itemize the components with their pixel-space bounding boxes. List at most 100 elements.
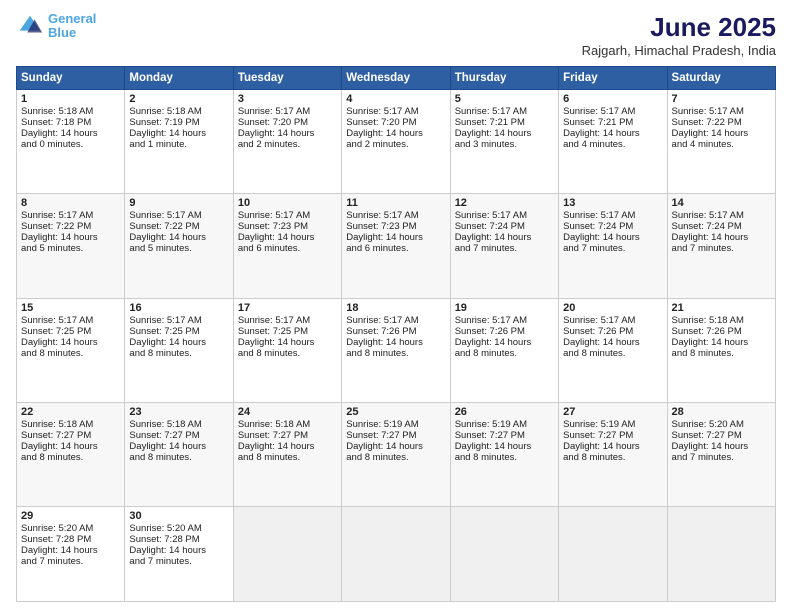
cell-line: Daylight: 14 hours: [672, 232, 771, 243]
cell-line: Daylight: 14 hours: [21, 232, 120, 243]
cell-line: Sunrise: 5:19 AM: [346, 419, 445, 430]
cell-line: and 0 minutes.: [21, 139, 120, 150]
calendar-cell: 29Sunrise: 5:20 AMSunset: 7:28 PMDayligh…: [17, 507, 125, 602]
day-number: 9: [129, 197, 228, 209]
cell-line: Daylight: 14 hours: [129, 545, 228, 556]
calendar-cell: 30Sunrise: 5:20 AMSunset: 7:28 PMDayligh…: [125, 507, 233, 602]
calendar-cell: [559, 507, 667, 602]
logo-icon: [16, 12, 44, 40]
logo: General Blue: [16, 12, 96, 41]
calendar-cell: 3Sunrise: 5:17 AMSunset: 7:20 PMDaylight…: [233, 90, 341, 194]
cell-line: Sunrise: 5:17 AM: [238, 210, 337, 221]
day-number: 11: [346, 197, 445, 209]
calendar-week-row: 15Sunrise: 5:17 AMSunset: 7:25 PMDayligh…: [17, 298, 776, 402]
cell-line: Sunrise: 5:18 AM: [672, 315, 771, 326]
cell-line: Sunset: 7:27 PM: [672, 430, 771, 441]
calendar-cell: 27Sunrise: 5:19 AMSunset: 7:27 PMDayligh…: [559, 402, 667, 506]
cell-line: Sunset: 7:26 PM: [455, 326, 554, 337]
cell-line: Sunrise: 5:18 AM: [129, 106, 228, 117]
cell-line: Daylight: 14 hours: [455, 337, 554, 348]
cell-line: Sunset: 7:26 PM: [672, 326, 771, 337]
calendar-cell: 6Sunrise: 5:17 AMSunset: 7:21 PMDaylight…: [559, 90, 667, 194]
weekday-header: Monday: [125, 67, 233, 90]
cell-line: Sunset: 7:18 PM: [21, 117, 120, 128]
day-number: 13: [563, 197, 662, 209]
cell-line: Daylight: 14 hours: [672, 337, 771, 348]
cell-line: and 5 minutes.: [129, 243, 228, 254]
day-number: 26: [455, 406, 554, 418]
day-number: 29: [21, 510, 120, 522]
cell-line: Sunset: 7:20 PM: [346, 117, 445, 128]
calendar-cell: 4Sunrise: 5:17 AMSunset: 7:20 PMDaylight…: [342, 90, 450, 194]
calendar-cell: 11Sunrise: 5:17 AMSunset: 7:23 PMDayligh…: [342, 194, 450, 298]
cell-line: Sunrise: 5:20 AM: [129, 523, 228, 534]
cell-line: and 7 minutes.: [563, 243, 662, 254]
cell-line: and 4 minutes.: [563, 139, 662, 150]
cell-line: Daylight: 14 hours: [672, 441, 771, 452]
cell-line: and 8 minutes.: [455, 348, 554, 359]
calendar-cell: [233, 507, 341, 602]
cell-line: Sunrise: 5:17 AM: [346, 106, 445, 117]
cell-line: Sunset: 7:27 PM: [346, 430, 445, 441]
cell-line: Sunrise: 5:17 AM: [21, 315, 120, 326]
calendar-cell: 15Sunrise: 5:17 AMSunset: 7:25 PMDayligh…: [17, 298, 125, 402]
calendar-cell: 19Sunrise: 5:17 AMSunset: 7:26 PMDayligh…: [450, 298, 558, 402]
cell-line: Sunrise: 5:18 AM: [238, 419, 337, 430]
cell-line: and 8 minutes.: [563, 348, 662, 359]
cell-line: Daylight: 14 hours: [346, 232, 445, 243]
cell-line: Sunrise: 5:17 AM: [346, 315, 445, 326]
logo-text: General Blue: [48, 12, 96, 41]
cell-line: and 1 minute.: [129, 139, 228, 150]
cell-line: Sunrise: 5:19 AM: [563, 419, 662, 430]
day-number: 15: [21, 302, 120, 314]
cell-line: Sunset: 7:28 PM: [21, 534, 120, 545]
calendar-cell: 5Sunrise: 5:17 AMSunset: 7:21 PMDaylight…: [450, 90, 558, 194]
calendar-cell: 7Sunrise: 5:17 AMSunset: 7:22 PMDaylight…: [667, 90, 775, 194]
cell-line: Sunrise: 5:17 AM: [346, 210, 445, 221]
cell-line: Sunset: 7:28 PM: [129, 534, 228, 545]
calendar-week-row: 22Sunrise: 5:18 AMSunset: 7:27 PMDayligh…: [17, 402, 776, 506]
cell-line: Sunrise: 5:17 AM: [455, 315, 554, 326]
cell-line: Daylight: 14 hours: [238, 441, 337, 452]
calendar-week-row: 29Sunrise: 5:20 AMSunset: 7:28 PMDayligh…: [17, 507, 776, 602]
cell-line: Daylight: 14 hours: [346, 337, 445, 348]
cell-line: Sunset: 7:27 PM: [129, 430, 228, 441]
day-number: 25: [346, 406, 445, 418]
day-number: 6: [563, 93, 662, 105]
cell-line: Daylight: 14 hours: [455, 441, 554, 452]
top-area: General Blue June 2025 Rajgarh, Himachal…: [16, 12, 776, 58]
cell-line: Sunset: 7:24 PM: [455, 221, 554, 232]
calendar-cell: 23Sunrise: 5:18 AMSunset: 7:27 PMDayligh…: [125, 402, 233, 506]
cell-line: Sunset: 7:19 PM: [129, 117, 228, 128]
weekday-header: Saturday: [667, 67, 775, 90]
cell-line: and 8 minutes.: [346, 452, 445, 463]
day-number: 18: [346, 302, 445, 314]
cell-line: and 7 minutes.: [672, 243, 771, 254]
cell-line: and 8 minutes.: [563, 452, 662, 463]
cell-line: Sunset: 7:22 PM: [21, 221, 120, 232]
cell-line: Sunrise: 5:17 AM: [563, 210, 662, 221]
calendar-cell: 2Sunrise: 5:18 AMSunset: 7:19 PMDaylight…: [125, 90, 233, 194]
cell-line: and 7 minutes.: [672, 452, 771, 463]
cell-line: and 8 minutes.: [129, 452, 228, 463]
cell-line: Sunrise: 5:17 AM: [238, 106, 337, 117]
weekday-header: Sunday: [17, 67, 125, 90]
calendar-week-row: 8Sunrise: 5:17 AMSunset: 7:22 PMDaylight…: [17, 194, 776, 298]
cell-line: Sunset: 7:25 PM: [129, 326, 228, 337]
cell-line: and 7 minutes.: [21, 556, 120, 567]
weekday-header: Thursday: [450, 67, 558, 90]
calendar-cell: 1Sunrise: 5:18 AMSunset: 7:18 PMDaylight…: [17, 90, 125, 194]
cell-line: Sunset: 7:23 PM: [346, 221, 445, 232]
calendar-cell: 16Sunrise: 5:17 AMSunset: 7:25 PMDayligh…: [125, 298, 233, 402]
cell-line: Daylight: 14 hours: [21, 337, 120, 348]
cell-line: Sunrise: 5:18 AM: [21, 106, 120, 117]
weekday-header: Tuesday: [233, 67, 341, 90]
day-number: 3: [238, 93, 337, 105]
day-number: 5: [455, 93, 554, 105]
cell-line: Sunset: 7:24 PM: [672, 221, 771, 232]
cell-line: Daylight: 14 hours: [672, 128, 771, 139]
cell-line: Sunrise: 5:17 AM: [455, 210, 554, 221]
calendar-cell: 13Sunrise: 5:17 AMSunset: 7:24 PMDayligh…: [559, 194, 667, 298]
cell-line: Daylight: 14 hours: [346, 441, 445, 452]
cell-line: Sunrise: 5:17 AM: [563, 315, 662, 326]
